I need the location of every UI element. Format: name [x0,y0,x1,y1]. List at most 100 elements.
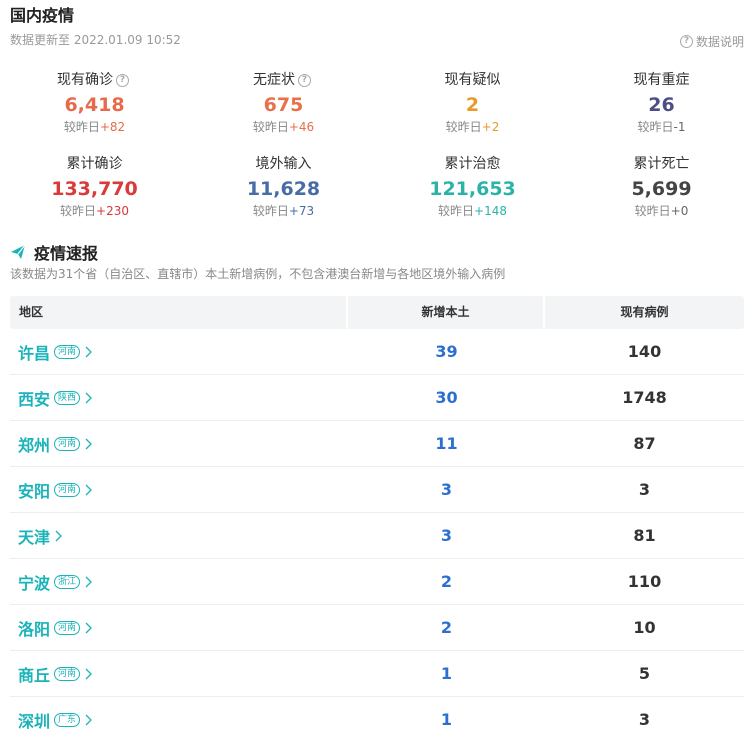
chevron-right-icon[interactable] [84,622,92,634]
stat-label-text: 现有重症 [633,72,690,88]
table-row[interactable]: 宁波 浙江 2 110 [10,559,744,605]
region-cell[interactable]: 许昌 河南 [10,340,348,364]
stat-card: 累计死亡 5,699 较昨日+0 [567,154,756,238]
city-name[interactable]: 西安 [18,386,50,410]
existing-cases-cell: 1748 [622,388,667,407]
section-title: 疫情速报 [34,244,99,263]
province-badge: 河南 [54,436,81,451]
stat-delta-value: +46 [288,120,315,134]
stat-label-text: 境外输入 [255,156,312,172]
region-cell[interactable]: 天津 [10,524,348,548]
new-local-cell: 30 [435,388,458,407]
chevron-right-icon[interactable] [84,668,92,680]
new-local-cell: 2 [440,572,453,591]
stat-value: 2 [465,94,480,116]
stat-delta-prefix: 较昨日 [252,204,289,218]
existing-cases-cell: 3 [638,480,651,499]
stat-label: 无症状? [189,70,378,90]
province-badge: 陕西 [54,390,81,405]
stat-delta-value: -1 [673,120,686,134]
stat-label-text: 无症状 [253,72,295,88]
update-time: 数据更新至 2022.01.09 10:52 [10,33,181,47]
stat-card: 现有疑似 2 较昨日+2 [378,70,567,154]
region-cell[interactable]: 安阳 河南 [10,478,348,502]
stat-label-text: 现有疑似 [444,72,501,88]
section-note: 该数据为31个省（自治区、直辖市）本土新增病例，不包含港澳台新增与各地区境外输入… [10,267,506,281]
province-badge: 河南 [54,344,81,359]
region-cell[interactable]: 商丘 河南 [10,662,348,686]
stat-delta: 较昨日-1 [567,119,756,135]
table-row[interactable]: 深圳 广东 1 3 [10,697,744,732]
city-name[interactable]: 洛阳 [18,616,50,640]
region-cell[interactable]: 深圳 广东 [10,708,348,732]
chevron-right-icon[interactable] [84,438,92,450]
region-cell[interactable]: 郑州 河南 [10,432,348,456]
stat-delta: 较昨日+46 [189,119,378,135]
stat-delta-prefix: 较昨日 [445,120,482,134]
stat-label: 现有疑似 [378,70,567,90]
table-row[interactable]: 西安 陕西 30 1748 [10,375,744,421]
existing-cases-cell: 3 [638,710,651,729]
existing-cases-cell: 140 [627,342,662,361]
new-local-cell: 2 [440,618,453,637]
region-cell[interactable]: 宁波 浙江 [10,570,348,594]
city-name[interactable]: 天津 [18,524,50,548]
stat-label: 现有重症 [567,70,756,90]
column-header-new-local: 新增本土 [348,296,545,329]
new-local-cell: 39 [435,342,458,361]
question-circle-icon[interactable]: ? [298,73,311,87]
existing-cases-cell: 81 [633,526,656,545]
chevron-right-icon[interactable] [84,392,92,404]
province-badge: 河南 [54,620,81,635]
stat-card: 现有重症 26 较昨日-1 [567,70,756,154]
stat-value: 5,699 [631,178,692,200]
city-name[interactable]: 深圳 [18,708,50,732]
city-name[interactable]: 许昌 [18,340,50,364]
table-row[interactable]: 商丘 河南 1 5 [10,651,744,697]
stat-delta: 较昨日+2 [378,119,567,135]
stat-delta-value: +0 [670,204,689,218]
province-badge: 广东 [54,712,81,727]
data-explain-link[interactable]: ? 数据说明 [677,33,744,50]
city-name[interactable]: 安阳 [18,478,50,502]
stats-row: 现有确诊? 6,418 较昨日+82 无症状? 675 较昨日+46 现有疑似 2 较昨日+2 现… [0,70,756,154]
city-name[interactable]: 郑州 [18,432,50,456]
chevron-right-icon[interactable] [84,346,92,358]
stat-value: 6,418 [64,94,125,116]
stat-card: 无症状? 675 较昨日+46 [189,70,378,154]
region-cell[interactable]: 洛阳 河南 [10,616,348,640]
new-local-cell: 11 [435,434,458,453]
stat-label-text: 累计治愈 [444,156,501,172]
region-cell[interactable]: 西安 陕西 [10,386,348,410]
existing-cases-cell: 110 [627,572,662,591]
chevron-right-icon[interactable] [54,530,62,542]
stat-card: 累计确诊 133,770 较昨日+230 [0,154,189,238]
stat-label: 累计确诊 [0,154,189,174]
stat-label: 累计治愈 [378,154,567,174]
stat-delta-value: +230 [96,204,129,218]
table-row[interactable]: 安阳 河南 3 3 [10,467,744,513]
table-row[interactable]: 郑州 河南 11 87 [10,421,744,467]
existing-cases-cell: 5 [638,664,651,683]
stat-delta-value: +2 [481,120,500,134]
stat-delta: 较昨日+230 [0,203,189,219]
stat-delta: 较昨日+82 [0,119,189,135]
chevron-right-icon[interactable] [84,576,92,588]
table-row[interactable]: 许昌 河南 39 140 [10,329,744,375]
table-row[interactable]: 天津 3 81 [10,513,744,559]
chevron-right-icon[interactable] [84,714,92,726]
stat-delta: 较昨日+73 [189,203,378,219]
table-row[interactable]: 洛阳 河南 2 10 [10,605,744,651]
stat-card: 累计治愈 121,653 较昨日+148 [378,154,567,238]
stat-delta-value: +73 [288,204,315,218]
question-circle-icon[interactable]: ? [116,73,129,87]
province-badge: 河南 [54,666,81,681]
city-name[interactable]: 商丘 [18,662,50,686]
city-name[interactable]: 宁波 [18,570,50,594]
table-body: 许昌 河南 39 140 西安 陕西 30 1748 郑州 河南 11 87 安阳 河南 3 3 天津 3 81 宁波… [10,329,744,732]
province-badge: 浙江 [54,574,81,589]
stat-value: 133,770 [51,178,138,200]
chevron-right-icon[interactable] [84,484,92,496]
stat-card: 现有确诊? 6,418 较昨日+82 [0,70,189,154]
stat-delta: 较昨日+148 [378,203,567,219]
